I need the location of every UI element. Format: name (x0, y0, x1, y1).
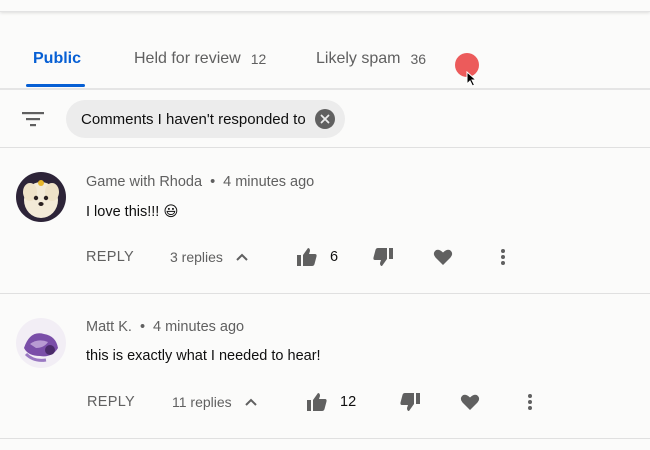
dislike-button[interactable] (372, 242, 394, 272)
thumbs-down-icon (373, 248, 393, 266)
replies-count: 3 replies (170, 249, 223, 265)
meta-separator: • (210, 174, 216, 190)
like-count: 12 (340, 394, 357, 410)
comment-item: Matt K. • 4 minutes ago this is exactly … (0, 294, 650, 439)
mouse-pointer-icon (466, 71, 478, 87)
comment-actions: REPLY 3 replies 6 (0, 242, 650, 272)
tab-held-for-review[interactable]: Held for review 12 (134, 44, 266, 74)
reply-button[interactable]: REPLY (86, 242, 134, 272)
tab-bar: Public Held for review 12 Likely spam 36 (0, 12, 650, 90)
like-count: 6 (330, 249, 339, 265)
reply-label: REPLY (86, 249, 134, 265)
tab-public[interactable]: Public (33, 44, 81, 74)
header-edge (0, 0, 650, 12)
filter-icon[interactable] (21, 110, 45, 128)
more-options-button[interactable] (525, 387, 535, 417)
chevron-up-icon (236, 253, 248, 261)
more-vert-icon (501, 249, 505, 265)
chevron-up-icon (244, 398, 257, 406)
tab-count: 36 (410, 51, 427, 67)
like-button[interactable]: 12 (306, 387, 356, 417)
filter-chip[interactable]: Comments I haven't responded to (66, 100, 345, 138)
tab-count: 12 (250, 51, 267, 67)
avatar[interactable] (16, 318, 66, 368)
heart-button[interactable] (433, 242, 453, 272)
replies-count: 11 replies (172, 394, 232, 410)
comment-meta: Matt K. • 4 minutes ago (86, 319, 244, 335)
avatar[interactable] (16, 172, 66, 222)
active-tab-indicator (26, 84, 85, 87)
reply-button[interactable]: REPLY (87, 387, 135, 417)
more-vert-icon (528, 394, 532, 410)
dislike-button[interactable] (399, 387, 421, 417)
heart-button[interactable] (460, 387, 480, 417)
more-options-button[interactable] (498, 242, 508, 272)
comment-actions: REPLY 11 replies 12 (0, 387, 650, 417)
heart-icon (460, 394, 480, 410)
comment-text: I love this!!! 😃 (86, 204, 179, 220)
comment-author[interactable]: Game with Rhoda (86, 174, 202, 190)
comment-time[interactable]: 4 minutes ago (153, 319, 244, 335)
tab-label: Public (33, 50, 82, 67)
comment-time[interactable]: 4 minutes ago (223, 174, 314, 190)
filter-bar: Comments I haven't responded to (0, 90, 650, 148)
comment-author[interactable]: Matt K. (86, 319, 132, 335)
reply-label: REPLY (87, 394, 135, 410)
comment-item: Game with Rhoda • 4 minutes ago I love t… (0, 148, 650, 294)
thumbs-down-icon (400, 393, 420, 411)
tab-label: Held for review (134, 50, 241, 67)
tab-likely-spam[interactable]: Likely spam 36 (316, 44, 426, 74)
replies-toggle[interactable]: 11 replies (172, 387, 258, 417)
tab-label: Likely spam (316, 50, 401, 67)
close-icon[interactable] (314, 109, 335, 129)
comments-page: Public Held for review 12 Likely spam 36… (0, 0, 650, 450)
heart-icon (433, 249, 453, 265)
replies-toggle[interactable]: 3 replies (170, 242, 249, 272)
thumbs-up-icon (297, 248, 317, 266)
comment-text: this is exactly what I needed to hear! (86, 348, 321, 364)
comment-meta: Game with Rhoda • 4 minutes ago (86, 174, 314, 190)
meta-separator: • (139, 319, 146, 335)
filter-chip-label: Comments I haven't responded to (81, 110, 306, 128)
thumbs-up-icon (307, 393, 327, 411)
like-button[interactable]: 6 (296, 242, 338, 272)
